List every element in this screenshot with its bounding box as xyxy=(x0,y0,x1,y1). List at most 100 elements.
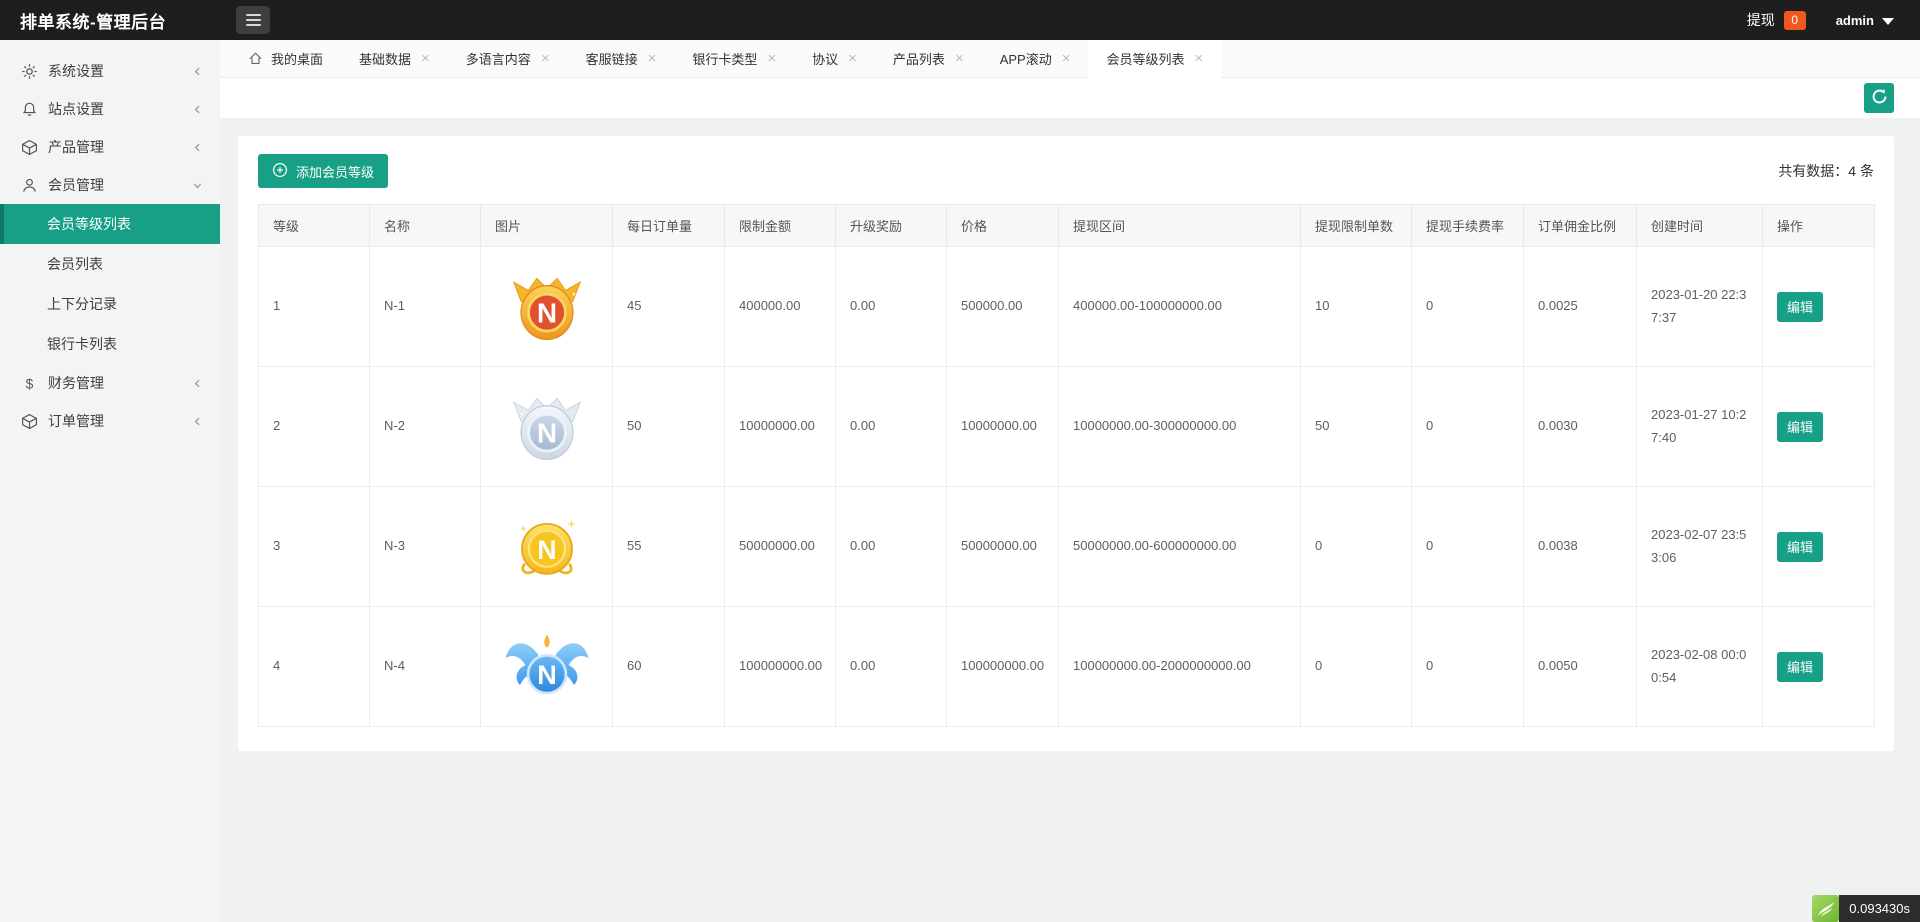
member-levels-card: 添加会员等级 共有数据：4 条 等级 名称 xyxy=(238,136,1894,751)
sidebar-item-label: 财务管理 xyxy=(48,373,104,393)
chevron-down-icon xyxy=(191,179,204,192)
plus-circle-icon xyxy=(272,162,288,181)
chevron-down-icon xyxy=(1882,18,1894,25)
table-row: 4 N-4 xyxy=(259,607,1875,727)
cube-icon xyxy=(19,413,39,430)
status-bar: 0.093430s xyxy=(1812,895,1920,922)
chevron-left-icon xyxy=(191,65,204,78)
level-image-cell: N xyxy=(481,247,613,367)
gear-icon xyxy=(19,63,39,80)
page-content: 添加会员等级 共有数据：4 条 等级 名称 xyxy=(220,118,1920,751)
sidebar-item-order-management[interactable]: 订单管理 xyxy=(0,402,220,440)
tab-my-desktop[interactable]: 我的桌面 xyxy=(230,40,341,77)
silver-badge-image: N xyxy=(510,390,584,464)
total-count-label: 共有数据：4 条 xyxy=(1778,161,1874,181)
tab-product-list[interactable]: 产品列表 × xyxy=(875,40,982,77)
column-header: 提现限制单数 xyxy=(1301,205,1412,247)
sidebar-item-updown-records[interactable]: 上下分记录 xyxy=(0,284,220,324)
close-icon[interactable]: × xyxy=(648,51,657,66)
gold-coin-badge-image: N xyxy=(510,510,584,584)
close-icon[interactable]: × xyxy=(848,51,857,66)
close-icon[interactable]: × xyxy=(1062,51,1071,66)
user-menu[interactable]: admin xyxy=(1836,13,1894,28)
close-icon[interactable]: × xyxy=(1195,51,1204,66)
close-icon[interactable]: × xyxy=(767,51,776,66)
member-levels-table: 等级 名称 图片 每日订单量 限制金额 升级奖励 价格 提现区间 提现限制单数 … xyxy=(258,204,1875,727)
hamburger-icon[interactable] xyxy=(236,6,270,34)
refresh-button[interactable] xyxy=(1864,83,1894,113)
tab-member-levels[interactable]: 会员等级列表 × xyxy=(1088,40,1221,78)
svg-text:N: N xyxy=(536,297,556,328)
chevron-left-icon xyxy=(191,415,204,428)
header-right: 提现 0 admin xyxy=(1747,10,1920,30)
home-icon xyxy=(248,51,263,66)
column-header: 升级奖励 xyxy=(836,205,947,247)
close-icon[interactable]: × xyxy=(955,51,964,66)
sidebar: 系统设置 站点设置 产品管理 会员管理 会员等级列表 会员列表 上下 xyxy=(0,40,220,922)
table-row: 1 N-1 N xyxy=(259,247,1875,367)
main-area: 我的桌面 基础数据 × 多语言内容 × 客服链接 × 银行卡类型 × 协议 × xyxy=(220,40,1920,751)
svg-text:$: $ xyxy=(25,375,33,391)
top-header: 排单系统-管理后台 提现 0 admin xyxy=(0,0,1920,40)
level-image-cell: N xyxy=(481,367,613,487)
column-header: 图片 xyxy=(481,205,613,247)
withdraw-count-badge: 0 xyxy=(1784,11,1806,30)
sidebar-item-member-levels[interactable]: 会员等级列表 xyxy=(0,204,220,244)
dollar-icon: $ xyxy=(19,375,39,392)
card-header: 添加会员等级 共有数据：4 条 xyxy=(258,154,1874,188)
column-header: 等级 xyxy=(259,205,370,247)
add-member-level-button[interactable]: 添加会员等级 xyxy=(258,154,388,188)
close-icon[interactable]: × xyxy=(541,51,550,66)
sidebar-item-member-list[interactable]: 会员列表 xyxy=(0,244,220,284)
column-header: 操作 xyxy=(1763,205,1875,247)
sidebar-item-site-settings[interactable]: 站点设置 xyxy=(0,90,220,128)
tab-service-links[interactable]: 客服链接 × xyxy=(568,40,675,77)
column-header: 提现区间 xyxy=(1059,205,1301,247)
blue-wing-badge-image: N xyxy=(502,630,592,704)
admin-app: 排单系统-管理后台 提现 0 admin 系统设置 站点设置 产品管理 xyxy=(0,0,1920,922)
svg-text:N: N xyxy=(537,535,556,565)
level-image-cell: N xyxy=(481,487,613,607)
sidebar-item-member-management[interactable]: 会员管理 xyxy=(0,166,220,204)
execution-time-label: 0.093430s xyxy=(1839,895,1920,922)
tab-app-scroll[interactable]: APP滚动 × xyxy=(982,40,1089,77)
edit-button[interactable]: 编辑 xyxy=(1777,412,1823,442)
tab-basic-data[interactable]: 基础数据 × xyxy=(341,40,448,77)
sidebar-item-product-management[interactable]: 产品管理 xyxy=(0,128,220,166)
column-header: 提现手续费率 xyxy=(1412,205,1524,247)
edit-button[interactable]: 编辑 xyxy=(1777,652,1823,682)
column-header: 名称 xyxy=(370,205,481,247)
close-icon[interactable]: × xyxy=(421,51,430,66)
withdraw-entry[interactable]: 提现 0 xyxy=(1747,10,1806,30)
sidebar-item-system-settings[interactable]: 系统设置 xyxy=(0,52,220,90)
sidebar-item-label: 站点设置 xyxy=(48,99,104,119)
tab-agreement[interactable]: 协议 × xyxy=(794,40,875,77)
sidebar-item-label: 订单管理 xyxy=(48,411,104,431)
column-header: 限制金额 xyxy=(725,205,836,247)
level-image-cell: N xyxy=(481,607,613,727)
table-row: 3 N-3 N xyxy=(259,487,1875,607)
user-icon xyxy=(19,177,39,194)
sidebar-item-bankcard-list[interactable]: 银行卡列表 xyxy=(0,324,220,364)
table-header-row: 等级 名称 图片 每日订单量 限制金额 升级奖励 价格 提现区间 提现限制单数 … xyxy=(259,205,1875,247)
bell-icon xyxy=(19,101,39,118)
tab-bar: 我的桌面 基础数据 × 多语言内容 × 客服链接 × 银行卡类型 × 协议 × xyxy=(220,40,1920,78)
edit-button[interactable]: 编辑 xyxy=(1777,532,1823,562)
sidebar-item-label: 会员管理 xyxy=(48,175,104,195)
table-row: 2 N-2 xyxy=(259,367,1875,487)
chevron-left-icon xyxy=(191,377,204,390)
refresh-icon xyxy=(1871,88,1888,108)
edit-button[interactable]: 编辑 xyxy=(1777,292,1823,322)
username: admin xyxy=(1836,13,1874,28)
member-management-submenu: 会员等级列表 会员列表 上下分记录 银行卡列表 xyxy=(0,204,220,364)
svg-text:N: N xyxy=(536,417,556,448)
chevron-left-icon xyxy=(191,103,204,116)
column-header: 创建时间 xyxy=(1637,205,1763,247)
sidebar-item-label: 系统设置 xyxy=(48,61,104,81)
tab-multilanguage-content[interactable]: 多语言内容 × xyxy=(448,40,568,77)
withdraw-label: 提现 xyxy=(1747,10,1775,30)
svg-text:N: N xyxy=(537,660,557,690)
chevron-left-icon xyxy=(191,141,204,154)
sidebar-item-finance-management[interactable]: $ 财务管理 xyxy=(0,364,220,402)
tab-bankcard-types[interactable]: 银行卡类型 × xyxy=(674,40,794,77)
